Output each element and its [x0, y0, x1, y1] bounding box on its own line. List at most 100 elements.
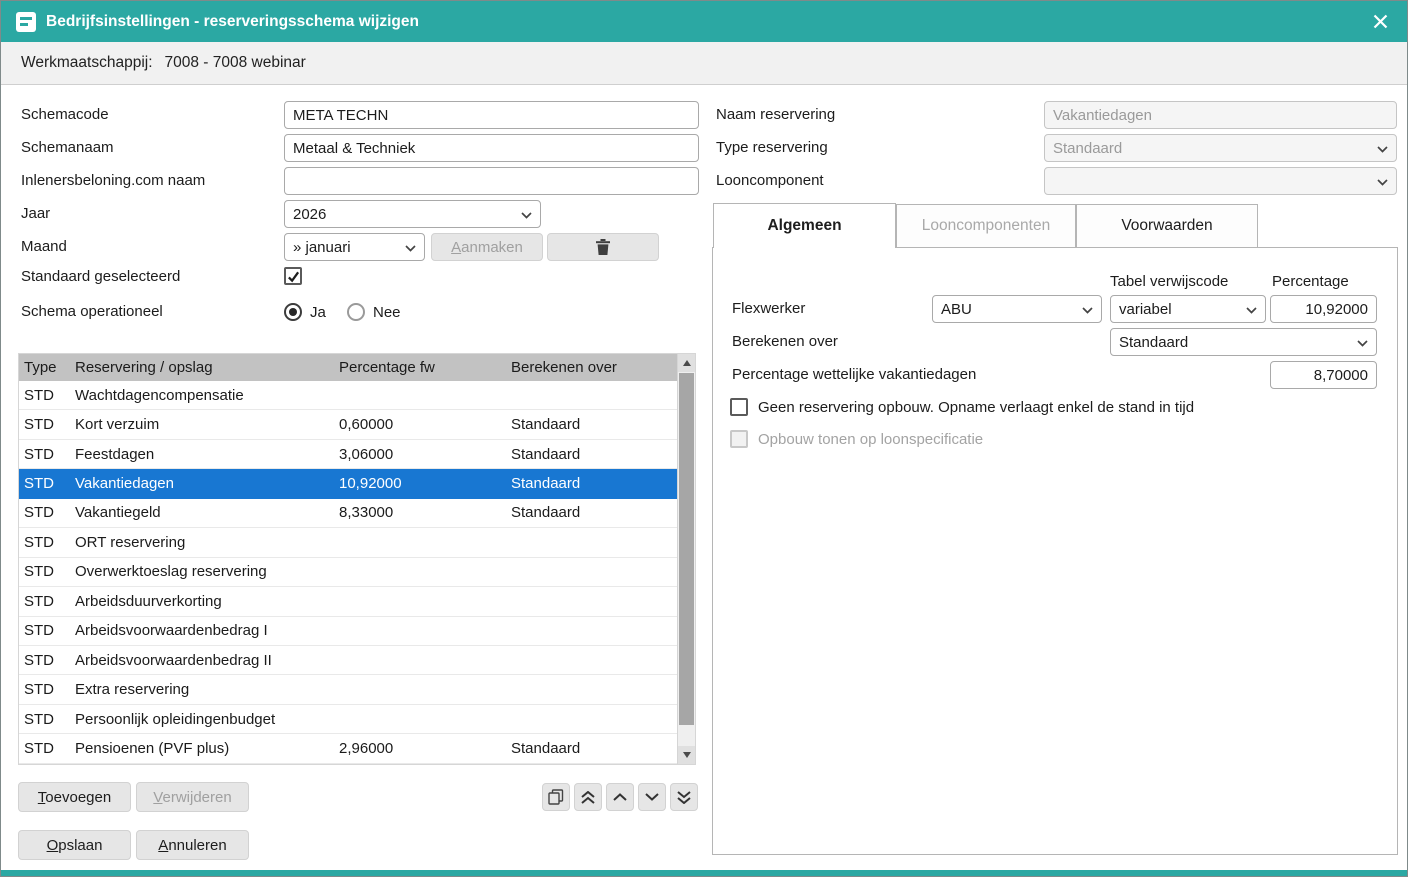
schema-operationeel-nee[interactable]: Nee: [347, 302, 401, 322]
scroll-up-button[interactable]: [678, 354, 695, 372]
wettelijke-vakantiedagen-input[interactable]: [1270, 361, 1377, 389]
tabel-verwijscode-header: Tabel verwijscode: [1110, 268, 1228, 288]
toevoegen-button[interactable]: Toevoegen: [18, 782, 131, 812]
close-button[interactable]: [1369, 10, 1392, 33]
berekenen-over-value: Standaard: [1119, 334, 1188, 351]
standaard-geselecteerd-checkbox[interactable]: [284, 267, 302, 285]
maand-label: Maand: [21, 233, 67, 261]
row-name-cell: Pensioenen (PVF plus): [70, 740, 339, 757]
table-row[interactable]: STD Persoonlijk opleidingenbudget: [19, 705, 677, 734]
triangle-down-icon: [683, 752, 691, 758]
opslaan-button[interactable]: Opslaan: [18, 830, 131, 860]
type-reservering-value: Standaard: [1053, 140, 1122, 157]
row-percentage-cell: 2,96000: [339, 740, 511, 757]
scroll-down-button[interactable]: [678, 746, 695, 764]
werkmaatschappij-label: Werkmaatschappij:: [21, 54, 153, 72]
schemacode-input[interactable]: [284, 101, 699, 129]
geen-reservering-label: Geen reservering opbouw. Opname verlaagt…: [758, 398, 1194, 418]
jaar-label: Jaar: [21, 200, 50, 228]
move-top-button[interactable]: [574, 783, 602, 811]
table-row[interactable]: STD Extra reservering: [19, 675, 677, 704]
table-scrollbar[interactable]: [677, 354, 695, 764]
scroll-thumb[interactable]: [679, 373, 694, 725]
move-bottom-button[interactable]: [670, 783, 698, 811]
maand-select[interactable]: » januari: [284, 233, 425, 261]
inlenersbeloning-label: Inlenersbeloning.com naam: [21, 167, 205, 195]
header-bar: Werkmaatschappij: 7008 - 7008 webinar: [1, 42, 1407, 85]
maand-value: » januari: [293, 239, 351, 256]
table-row[interactable]: STD Arbeidsduurverkorting: [19, 587, 677, 616]
column-header-type: Type: [19, 359, 70, 376]
type-reservering-label: Type reservering: [716, 134, 828, 162]
type-reservering-select: Standaard: [1044, 134, 1397, 162]
percentage-header: Percentage: [1272, 268, 1349, 288]
table-row[interactable]: STD Arbeidsvoorwaardenbedrag I: [19, 617, 677, 646]
check-icon: [287, 270, 300, 283]
row-type-cell: STD: [19, 622, 70, 639]
wettelijke-vakantiedagen-label: Percentage wettelijke vakantiedagen: [732, 361, 976, 389]
row-percentage-cell: 0,60000: [339, 416, 511, 433]
titlebar: Bedrijfsinstellingen - reserveringsschem…: [1, 1, 1407, 42]
tab-looncomponenten: Looncomponenten: [896, 204, 1076, 247]
flexwerker-cao-select[interactable]: ABU: [932, 295, 1102, 323]
chevron-double-down-icon: [677, 791, 691, 804]
row-type-cell: STD: [19, 711, 70, 728]
jaar-select[interactable]: 2026: [284, 200, 541, 228]
tab-panel-algemeen: Tabel verwijscode Percentage Flexwerker …: [712, 247, 1398, 855]
schemanaam-input[interactable]: [284, 134, 699, 162]
row-type-cell: STD: [19, 563, 70, 580]
berekenen-over-select[interactable]: Standaard: [1110, 328, 1377, 356]
row-type-cell: STD: [19, 446, 70, 463]
move-down-button[interactable]: [638, 783, 666, 811]
table-row[interactable]: STD ORT reservering: [19, 528, 677, 557]
window-title: Bedrijfsinstellingen - reserveringsschem…: [46, 13, 419, 31]
table-row[interactable]: STD Vakantiegeld 8,33000 Standaard: [19, 499, 677, 528]
geen-reservering-checkbox[interactable]: [730, 398, 748, 416]
tab-voorwaarden[interactable]: Voorwaarden: [1076, 204, 1258, 247]
schemacode-label: Schemacode: [21, 101, 109, 129]
row-type-cell: STD: [19, 387, 70, 404]
table-body: STD Wachtdagencompensatie STD Kort verzu…: [19, 381, 677, 764]
copy-row-button[interactable]: [542, 783, 570, 811]
row-type-cell: STD: [19, 593, 70, 610]
flexwerker-verwijscode-select[interactable]: variabel: [1110, 295, 1266, 323]
annuleren-button[interactable]: Annuleren: [136, 830, 249, 860]
chevron-down-icon: [1246, 307, 1257, 314]
inlenersbeloning-input[interactable]: [284, 167, 699, 195]
radio-ja-label: Ja: [310, 304, 326, 321]
flexwerker-cao-value: ABU: [941, 301, 972, 318]
opbouw-tonen-label: Opbouw tonen op loonspecificatie: [758, 430, 983, 450]
table-row[interactable]: STD Kort verzuim 0,60000 Standaard: [19, 410, 677, 439]
table-row[interactable]: STD Overwerktoeslag reservering: [19, 558, 677, 587]
table-row[interactable]: STD Feestdagen 3,06000 Standaard: [19, 440, 677, 469]
chevron-down-icon: [645, 793, 659, 801]
jaar-value: 2026: [293, 206, 326, 223]
chevron-down-icon: [1357, 340, 1368, 347]
chevron-up-icon: [613, 793, 627, 801]
delete-month-button[interactable]: [547, 233, 659, 261]
row-name-cell: Kort verzuim: [70, 416, 339, 433]
row-name-cell: Extra reservering: [70, 681, 339, 698]
radio-icon: [284, 303, 302, 321]
schema-operationeel-label: Schema operationeel: [21, 302, 163, 322]
schema-operationeel-ja[interactable]: Ja: [284, 302, 326, 322]
table-row[interactable]: STD Vakantiedagen 10,92000 Standaard: [19, 469, 677, 498]
tab-algemeen[interactable]: Algemeen: [713, 203, 896, 248]
row-name-cell: Feestdagen: [70, 446, 339, 463]
schemanaam-label: Schemanaam: [21, 134, 114, 162]
table-row[interactable]: STD Arbeidsvoorwaardenbedrag II: [19, 646, 677, 675]
chevron-down-icon: [1377, 179, 1388, 186]
opbouw-tonen-checkbox: [730, 430, 748, 448]
row-berekenen-cell: Standaard: [511, 504, 677, 521]
flexwerker-percentage-input[interactable]: [1270, 295, 1377, 323]
app-icon: [16, 12, 36, 32]
table-row[interactable]: STD Pensioenen (PVF plus) 2,96000 Standa…: [19, 734, 677, 763]
row-name-cell: Arbeidsvoorwaardenbedrag II: [70, 652, 339, 669]
move-up-button[interactable]: [606, 783, 634, 811]
flexwerker-verwijscode-value: variabel: [1119, 301, 1172, 318]
row-type-cell: STD: [19, 740, 70, 757]
row-type-cell: STD: [19, 652, 70, 669]
table-row[interactable]: STD Wachtdagencompensatie: [19, 381, 677, 410]
row-type-cell: STD: [19, 504, 70, 521]
chevron-double-up-icon: [581, 791, 595, 804]
